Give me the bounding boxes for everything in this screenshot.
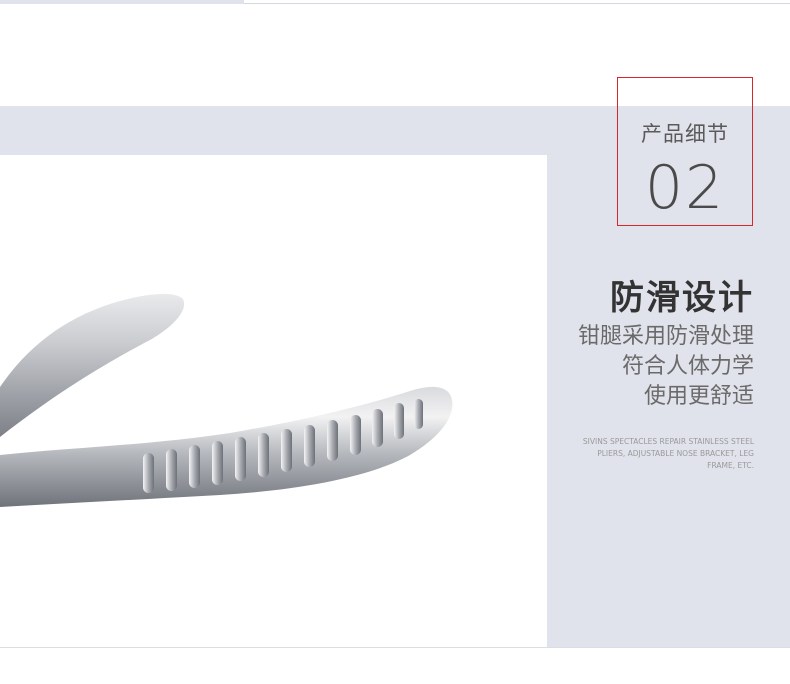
feature-description: 钳腿采用防滑处理 符合人体力学 使用更舒适 bbox=[578, 322, 754, 412]
lower-handle bbox=[0, 386, 453, 507]
section-number: 02 bbox=[644, 153, 726, 223]
english-caption: SIVINS SPECTACLES REPAIR STAINLESS STEEL… bbox=[582, 437, 754, 470]
product-photo bbox=[0, 155, 547, 647]
feature-line: 使用更舒适 bbox=[643, 384, 754, 409]
pliers-illustration bbox=[0, 293, 453, 507]
feature-title: 防滑设计 bbox=[610, 278, 754, 318]
bottom-divider bbox=[0, 647, 790, 648]
section-label: 产品细节 bbox=[641, 122, 729, 146]
feature-line: 钳腿采用防滑处理 bbox=[577, 324, 754, 349]
top-strip-tab bbox=[0, 0, 244, 4]
section-frame: 产品细节 02 bbox=[617, 77, 753, 226]
upper-handle bbox=[0, 293, 185, 437]
top-strip bbox=[0, 0, 790, 6]
top-strip-line bbox=[244, 0, 790, 4]
feature-line: 符合人体力学 bbox=[621, 354, 754, 379]
